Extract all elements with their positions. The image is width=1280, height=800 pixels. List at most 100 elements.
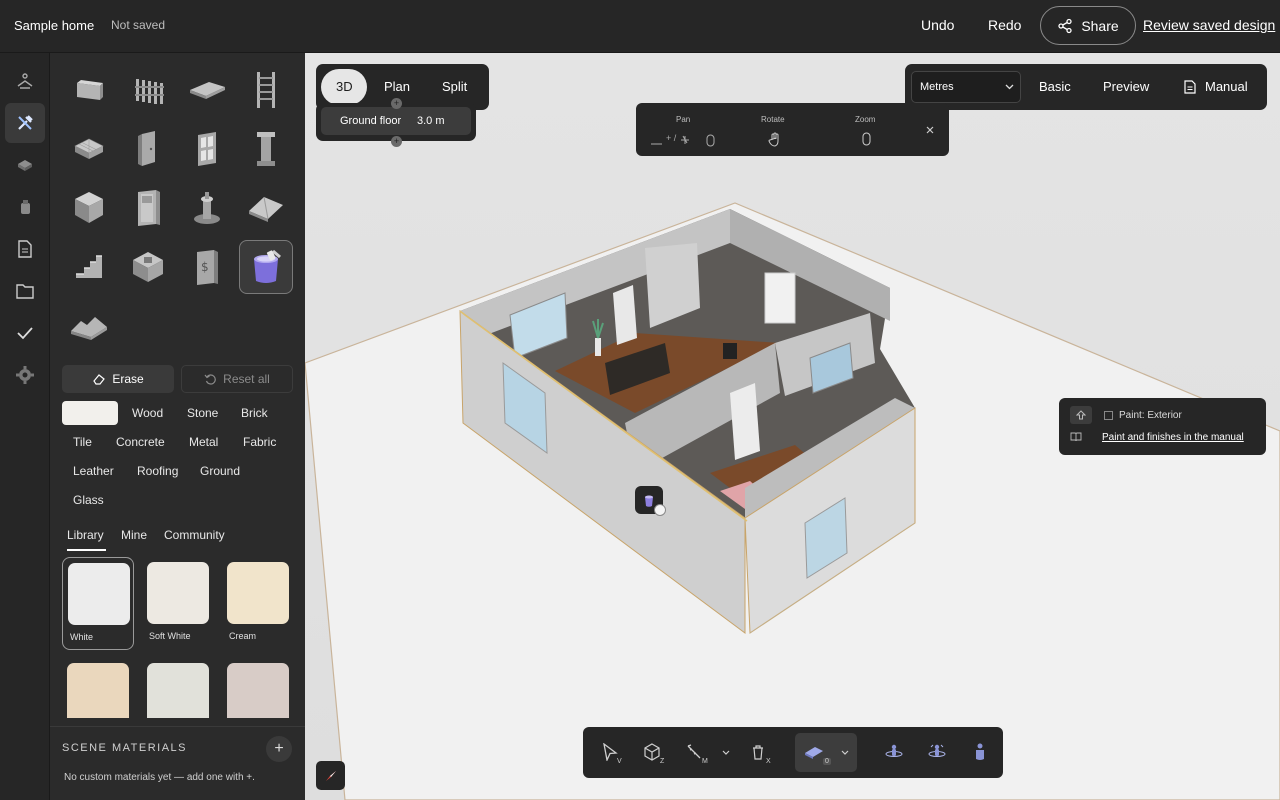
units-value: Metres	[920, 81, 954, 93]
tab-plan[interactable]: Plan	[384, 79, 410, 94]
share-icon	[1058, 18, 1072, 33]
category-stone[interactable]: Stone	[187, 406, 218, 420]
box-tool[interactable]	[62, 181, 116, 235]
hand-icon	[768, 132, 779, 147]
category-metal[interactable]: Metal	[189, 435, 218, 449]
person-view-icon[interactable]	[967, 739, 993, 765]
3d-viewport[interactable]: 3D Plan Split Ground floor 3.0 m + + Met…	[305, 53, 1280, 800]
bottom-toolbar: V Z M X 0	[583, 727, 1003, 778]
review-saved-design-link[interactable]: Review saved design	[1143, 17, 1275, 33]
furniture-icon[interactable]	[5, 145, 45, 185]
divider	[50, 726, 305, 727]
ladder-tool[interactable]	[239, 63, 293, 117]
compass-button[interactable]	[316, 761, 345, 790]
redo-button[interactable]: Redo	[988, 17, 1021, 33]
category-fabric[interactable]: Fabric	[243, 435, 276, 449]
category-leather[interactable]: Leather	[73, 464, 114, 478]
paint-exterior-checkbox[interactable]	[1104, 411, 1113, 420]
paint-popup-title: Paint: Exterior	[1119, 410, 1182, 421]
undo-button[interactable]: Undo	[921, 17, 954, 33]
rotate-label: Rotate	[761, 115, 785, 124]
chevron-down-icon	[1005, 84, 1014, 90]
tab-3d[interactable]: 3D	[336, 79, 353, 94]
book-icon	[1070, 432, 1082, 442]
paint-bucket-icon	[645, 495, 653, 507]
material-swatch	[67, 663, 129, 725]
add-scene-material-button[interactable]: +	[266, 736, 292, 762]
orbit-view-icon[interactable]	[924, 739, 950, 765]
category-tile[interactable]: Tile	[73, 435, 92, 449]
category-concrete[interactable]: Concrete	[116, 435, 165, 449]
active-tab-indicator	[67, 549, 106, 551]
paint-manual-link[interactable]: Paint and finishes in the manual	[1102, 432, 1244, 443]
document-icon[interactable]	[5, 229, 45, 269]
material-card-cream[interactable]: Cream	[222, 557, 294, 650]
settings-icon[interactable]	[5, 355, 45, 395]
objects-icon[interactable]	[5, 187, 45, 227]
scene-materials-title: SCENE MATERIALS	[62, 742, 187, 754]
measure-shortcut: M	[702, 758, 708, 765]
erase-button[interactable]: Erase	[62, 365, 174, 393]
category-brick[interactable]: Brick	[241, 406, 268, 420]
category-ground[interactable]: Ground	[200, 464, 240, 478]
material-swatch	[227, 562, 289, 624]
material-card-white[interactable]: White	[62, 557, 134, 650]
pan-label: Pan	[676, 115, 691, 124]
floor-selector-field[interactable]: Ground floor 3.0 m	[321, 107, 471, 135]
chevron-down-icon[interactable]	[841, 750, 849, 756]
share-button[interactable]: Share	[1040, 6, 1136, 45]
category-paint-swatch[interactable]	[62, 401, 118, 425]
tab-mine[interactable]: Mine	[121, 528, 147, 542]
units-select[interactable]: Metres	[911, 71, 1021, 103]
save-status: Not saved	[111, 18, 166, 32]
slab-tool[interactable]	[180, 63, 234, 117]
cabinet-tool[interactable]	[121, 181, 175, 235]
floor-height: 3.0 m	[417, 115, 445, 127]
reset-all-button[interactable]: Reset all	[181, 365, 293, 393]
door-tool[interactable]	[121, 122, 175, 176]
roof-tool[interactable]	[239, 181, 293, 235]
figure-view-icon[interactable]	[881, 739, 907, 765]
tab-library[interactable]: Library	[67, 528, 104, 542]
add-floor-below-icon[interactable]: +	[391, 136, 402, 147]
chevron-down-icon[interactable]	[722, 750, 730, 756]
folder-icon[interactable]	[5, 271, 45, 311]
category-wood[interactable]: Wood	[132, 406, 163, 420]
top-bar: Sample home Not saved Undo Redo Share Re…	[0, 0, 1280, 53]
stairs-tool[interactable]	[62, 240, 116, 294]
fixture-tool[interactable]	[180, 181, 234, 235]
basic-button[interactable]: Basic	[1039, 79, 1071, 94]
preview-button[interactable]: Preview	[1103, 79, 1149, 94]
column-tool[interactable]	[239, 122, 293, 176]
paint-floor-shortcut: 0	[823, 758, 831, 765]
close-icon[interactable]	[926, 126, 934, 134]
wall-tool[interactable]	[62, 63, 116, 117]
category-roofing[interactable]: Roofing	[137, 464, 178, 478]
add-floor-above-icon[interactable]: +	[391, 98, 402, 109]
paint-tool[interactable]	[239, 240, 293, 294]
check-icon[interactable]	[5, 313, 45, 353]
window-tool[interactable]	[180, 122, 234, 176]
manual-button[interactable]: Manual	[1184, 79, 1248, 94]
tools-icon[interactable]	[5, 103, 45, 143]
left-rail	[0, 53, 50, 800]
delete-shortcut: X	[766, 758, 771, 765]
material-swatch	[227, 663, 289, 725]
elevator-tool[interactable]: $	[180, 240, 234, 294]
paint-info-popup: Paint: Exterior Paint and finishes in th…	[1059, 398, 1266, 455]
paint-tool-panel: $ Erase Reset all Wood Stone Brick Tile …	[50, 53, 305, 800]
svg-text:$: $	[201, 260, 209, 274]
floor-name: Ground floor	[340, 115, 402, 127]
terrain-tool[interactable]	[62, 299, 116, 353]
structure-icon[interactable]	[5, 61, 45, 101]
floor-grid-tool[interactable]	[62, 122, 116, 176]
material-swatch	[68, 563, 130, 625]
project-name[interactable]: Sample home	[14, 18, 94, 33]
material-card-soft-white[interactable]: Soft White	[142, 557, 214, 650]
fence-tool[interactable]	[121, 63, 175, 117]
pin-icon[interactable]	[1070, 406, 1092, 424]
room-tool[interactable]	[121, 240, 175, 294]
category-glass[interactable]: Glass	[73, 493, 104, 507]
tab-split[interactable]: Split	[442, 79, 467, 94]
tab-community[interactable]: Community	[164, 528, 225, 542]
